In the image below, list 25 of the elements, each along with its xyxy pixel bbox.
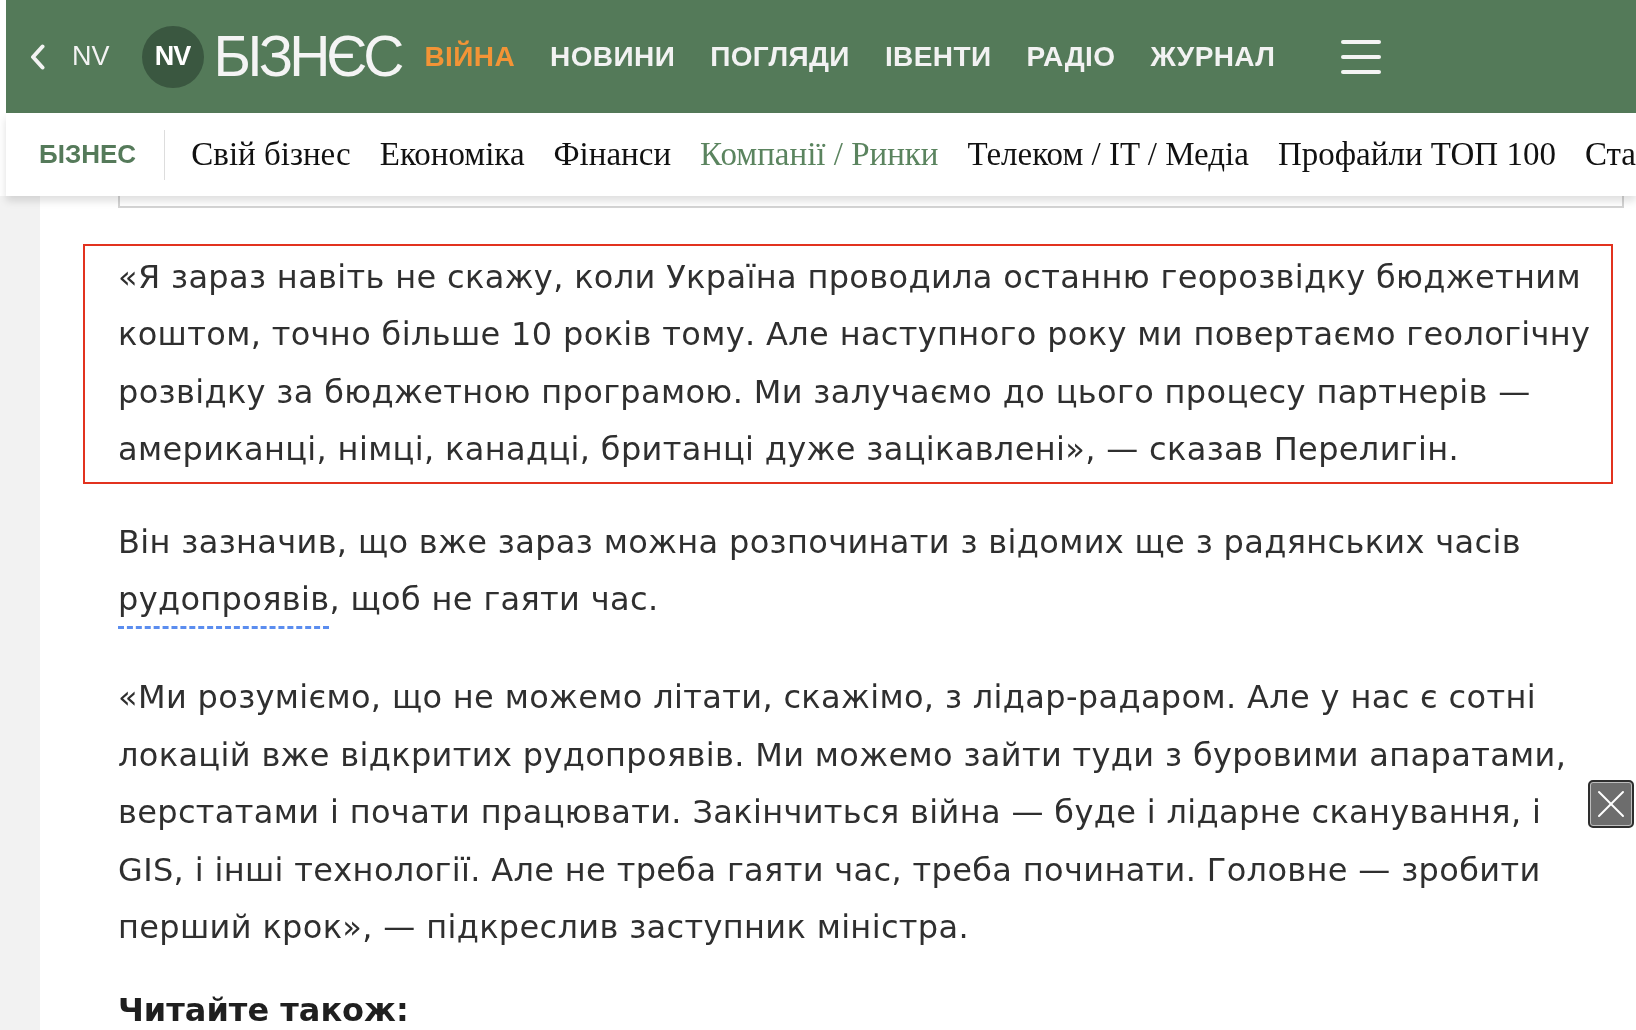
- chevron-left-icon: [30, 43, 45, 70]
- nav-link[interactable]: НОВИНИ: [550, 40, 676, 73]
- paragraph: «Я зараз навіть не скажу, коли Україна проводила останню георозвідку бюджетним коштом, точно більше 10 років тому. Але наступного року ми повертаємо геологічну розвідку за бюджетною програмою. Ми залучаємо до цього процесу партнерів — американці, німці, канадці, британці дуже зацікавлені», — сказав Перелигін.: [118, 257, 1592, 471]
- section-heading: Читайте також:: [118, 994, 410, 1027]
- section-nav-link[interactable]: Компанії / Ринки: [700, 136, 939, 173]
- back-link[interactable]: NV: [30, 41, 110, 72]
- nav-link[interactable]: ЖУРНАЛ: [1150, 40, 1276, 73]
- logo-badge[interactable]: NV: [141, 25, 204, 88]
- section-nav-link[interactable]: Фінанси: [553, 136, 672, 173]
- close-icon: [1597, 790, 1625, 818]
- text-link[interactable]: рудопроявів: [118, 580, 330, 630]
- section-nav-link[interactable]: Ста: [1584, 136, 1636, 173]
- section-title-link[interactable]: БІЗНЕС: [39, 139, 137, 170]
- nav-link[interactable]: РАДІО: [1026, 40, 1116, 73]
- paragraph: Він зазначив, що вже зараз можна розпочинати з відомих ще з радянських часів рудопроявів, щоб не гаяти час.: [118, 513, 1607, 629]
- section-nav-link[interactable]: Телеком / IT / Медіа: [967, 136, 1249, 173]
- logo-wordmark[interactable]: БІЗНЄС: [213, 28, 401, 85]
- menu-icon[interactable]: [1341, 39, 1382, 74]
- nav-link[interactable]: ІВЕНТИ: [884, 40, 992, 73]
- close-button[interactable]: [1588, 780, 1634, 828]
- section-nav-link[interactable]: Профайли ТОП 100: [1277, 136, 1556, 173]
- nav-link[interactable]: ПОГЛЯДИ: [710, 40, 850, 73]
- paragraph: «Ми розуміємо, що не можемо літати, скажімо, з лідар-радаром. Але у нас є сотні локацій вже відкритих рудопроявів. Ми можемо зайти туди з буровими апаратами, верстатами і почати працювати. Закінчиться війна — буде і лідарне сканування, і GIS, і інші технології. Але не треба гаяти час, треба починати. Головне — зробити перший крок», — підкреслив заступник міністра.: [118, 677, 1568, 949]
- section-nav-link[interactable]: Свій бізнес: [191, 136, 351, 173]
- section-nav-link[interactable]: Економіка: [379, 136, 525, 173]
